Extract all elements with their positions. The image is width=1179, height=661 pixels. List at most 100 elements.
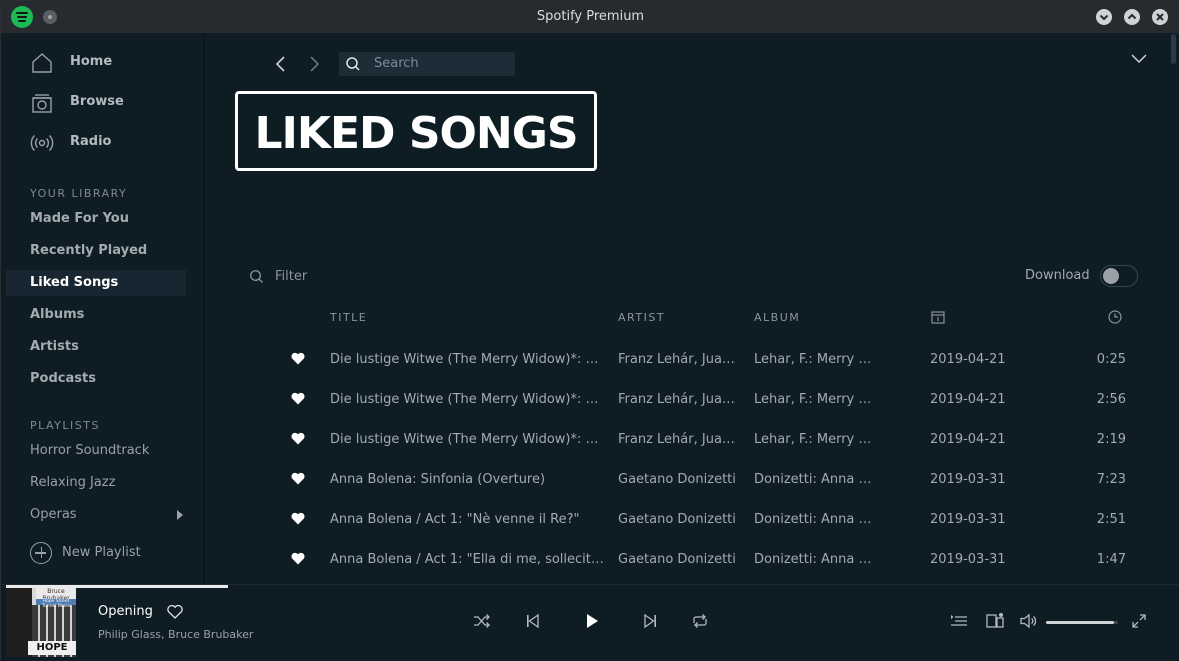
heart-filled-icon[interactable] (291, 472, 305, 485)
track-title: Anna Bolena / Act 1: "Ella di me, sollec… (330, 552, 604, 567)
main-scrollbar[interactable] (1169, 34, 1179, 584)
library-item-label: Made For You (30, 211, 129, 226)
library-heading: YOUR LIBRARY (30, 187, 128, 200)
title-bar: Spotify Premium (1, 1, 1179, 33)
track-artist[interactable]: Franz Lehár, Juan Pons (618, 352, 740, 367)
library-item-label: Podcasts (30, 371, 96, 386)
heart-filled-icon[interactable] (291, 512, 305, 525)
minimize-button[interactable] (1096, 9, 1112, 25)
nav-label: Radio (70, 134, 112, 149)
playback-progress[interactable] (6, 585, 229, 588)
queue-icon[interactable] (950, 613, 968, 629)
window-title: Spotify Premium (536, 9, 645, 24)
nav-home[interactable]: Home (6, 45, 205, 81)
track-artist[interactable]: Gaetano Donizetti (618, 552, 740, 567)
filter-placeholder: Filter (275, 269, 308, 284)
search-placeholder: Search (374, 56, 419, 71)
track-artist[interactable]: Gaetano Donizetti (618, 472, 740, 487)
track-album[interactable]: Donizetti: Anna Bolena (754, 472, 875, 487)
maximize-button[interactable] (1124, 9, 1140, 25)
calendar-icon[interactable] (931, 310, 945, 324)
track-row[interactable]: Die lustige Witwe (The Merry Widow)*: Ac… (207, 341, 1169, 381)
heart-filled-icon[interactable] (291, 352, 305, 365)
playlist-item-horror-soundtrack[interactable]: Horror Soundtrack (6, 438, 186, 464)
devices-icon[interactable] (986, 613, 1004, 629)
app-window: Spotify Premium Home Browse Radio YOUR L… (0, 0, 1179, 661)
page-title-box: LIKED SONGS (235, 91, 597, 171)
track-duration: 0:25 (1096, 352, 1126, 367)
track-row[interactable]: Die lustige Witwe (The Merry Widow)*: Ac… (207, 421, 1169, 461)
library-item-podcasts[interactable]: Podcasts (6, 366, 186, 392)
track-row[interactable]: Anna Bolena / Act 1: "Ella di me, sollec… (207, 541, 1169, 581)
heart-outline-icon[interactable] (167, 605, 183, 619)
track-title: Anna Bolena: Sinfonia (Overture) (330, 472, 546, 487)
expand-arrow-icon[interactable] (177, 510, 183, 520)
track-date: 2019-03-31 (930, 512, 1006, 527)
track-title: Die lustige Witwe (The Merry Widow)*: Ac… (330, 352, 604, 367)
search-input[interactable]: Search (339, 52, 515, 76)
main-content: Search LIKED SONGS Filter Download TITLE… (207, 34, 1169, 584)
page-title: LIKED SONGS (254, 108, 578, 159)
player-bar: Bruce Brubaker Hope Street Tunnel Blues … (1, 584, 1179, 661)
search-icon (345, 56, 361, 72)
forward-button[interactable] (306, 55, 322, 73)
track-album[interactable]: Lehar, F.: Merry Widow (754, 432, 875, 447)
track-date: 2019-03-31 (930, 552, 1006, 567)
track-artist[interactable]: Franz Lehár, Juan Pons (618, 432, 740, 447)
library-item-liked-songs[interactable]: Liked Songs (6, 270, 186, 296)
track-date: 2019-04-21 (930, 392, 1006, 407)
library-item-artists[interactable]: Artists (6, 334, 186, 360)
track-duration: 2:19 (1096, 432, 1126, 447)
previous-icon[interactable] (524, 613, 542, 629)
art-sign-text: HOPE ST (28, 641, 76, 657)
track-artist[interactable]: Gaetano Donizetti (618, 512, 740, 527)
track-album[interactable]: Donizetti: Anna Bolena (754, 512, 875, 527)
track-row[interactable]: Anna Bolena: Sinfonia (Overture) Gaetano… (207, 461, 1169, 501)
download-label: Download (1025, 268, 1090, 283)
track-artist[interactable]: Franz Lehár, Juan Pons (618, 392, 740, 407)
heart-filled-icon[interactable] (291, 392, 305, 405)
track-row[interactable]: Die lustige Witwe (The Merry Widow)*: Ac… (207, 381, 1169, 421)
playlist-item-operas[interactable]: Operas (6, 502, 186, 528)
chevron-down-icon[interactable] (1130, 52, 1148, 66)
volume-slider[interactable] (1046, 621, 1118, 624)
column-title[interactable]: TITLE (330, 311, 367, 324)
filter-input[interactable]: Filter (249, 267, 369, 287)
now-playing-title[interactable]: Opening (98, 604, 153, 619)
library-item-made-for-you[interactable]: Made For You (6, 206, 186, 232)
shuffle-icon[interactable] (473, 613, 491, 629)
album-art[interactable]: Bruce Brubaker Hope Street Tunnel Blues … (6, 587, 76, 657)
back-button[interactable] (273, 55, 289, 73)
track-row[interactable]: Anna Bolena / Act 1: "Nè venne il Re?" G… (207, 501, 1169, 541)
playlist-item-label: Horror Soundtrack (30, 443, 150, 458)
new-playlist-label: New Playlist (62, 545, 141, 560)
track-duration: 2:51 (1096, 512, 1126, 527)
close-button[interactable] (1152, 9, 1168, 25)
track-date: 2019-03-31 (930, 472, 1006, 487)
library-item-label: Liked Songs (30, 275, 119, 290)
playlist-item-relaxing-jazz[interactable]: Relaxing Jazz (6, 470, 186, 496)
download-toggle[interactable] (1100, 265, 1138, 287)
column-artist[interactable]: ARTIST (618, 311, 665, 324)
track-duration: 7:23 (1096, 472, 1126, 487)
play-icon[interactable] (583, 613, 601, 629)
column-album[interactable]: ALBUM (754, 311, 800, 324)
library-item-recently-played[interactable]: Recently Played (6, 238, 186, 264)
track-duration: 2:56 (1096, 392, 1126, 407)
volume-icon[interactable] (1020, 613, 1038, 629)
repeat-icon[interactable] (691, 613, 709, 629)
now-playing-artist[interactable]: Philip Glass, Bruce Brubaker (98, 628, 253, 641)
track-album[interactable]: Lehar, F.: Merry Widow (754, 352, 875, 367)
clock-icon[interactable] (1108, 310, 1122, 324)
library-item-albums[interactable]: Albums (6, 302, 186, 328)
fullscreen-icon[interactable] (1130, 613, 1148, 629)
track-album[interactable]: Donizetti: Anna Bolena (754, 552, 875, 567)
track-title: Die lustige Witwe (The Merry Widow)*: Ac… (330, 392, 604, 407)
track-album[interactable]: Lehar, F.: Merry Widow (754, 392, 875, 407)
nav-browse[interactable]: Browse (6, 85, 205, 121)
nav-label: Home (70, 54, 113, 69)
heart-filled-icon[interactable] (291, 432, 305, 445)
nav-radio[interactable]: Radio (6, 125, 205, 161)
heart-filled-icon[interactable] (291, 552, 305, 565)
next-icon[interactable] (641, 613, 659, 629)
